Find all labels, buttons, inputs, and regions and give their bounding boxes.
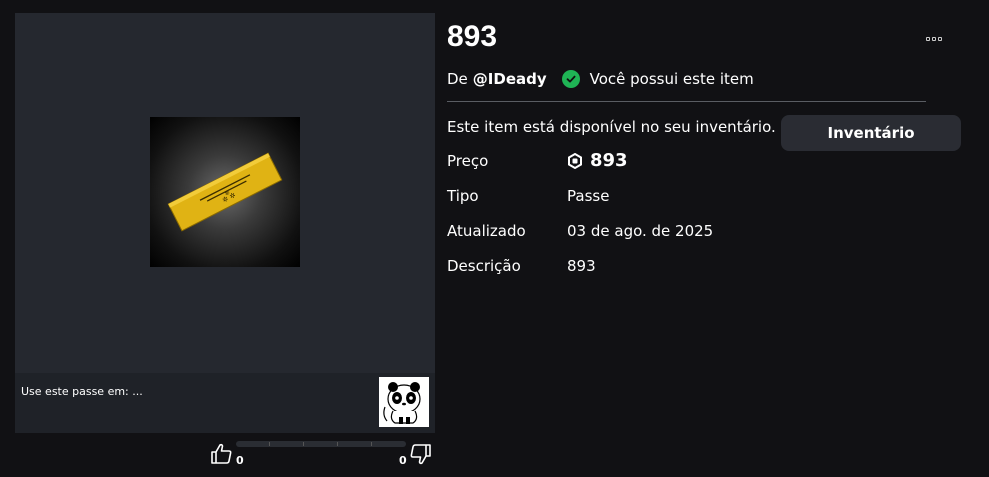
by-prefix: De xyxy=(447,70,468,88)
use-in-experience-bar: Use este passe em: ... xyxy=(15,373,435,433)
vote-ratio-bar xyxy=(236,441,406,447)
use-in-label: Use este passe em: ... xyxy=(21,385,143,398)
item-image-panel: ✲ ✲ ✲ Use este passe em: ... xyxy=(15,13,435,433)
availability-text: Este item está disponível no seu inventá… xyxy=(447,118,776,136)
item-title: 893 xyxy=(447,20,498,53)
inventory-button[interactable]: Inventário xyxy=(781,115,961,151)
more-options-icon[interactable] xyxy=(922,32,946,46)
description-label: Descrição xyxy=(447,257,521,275)
creator-line: De @IDeady Você possui este item xyxy=(447,70,754,88)
check-circle-icon xyxy=(561,70,580,88)
pass-ticket-icon: ✲ ✲ ✲ xyxy=(167,152,283,232)
updated-label: Atualizado xyxy=(447,222,526,240)
vote-area: 0 0 xyxy=(210,440,435,470)
downvote-count: 0 xyxy=(399,454,407,467)
updated-value: 03 de ago. de 2025 xyxy=(567,222,714,240)
price-label: Preço xyxy=(447,152,489,170)
description-value: 893 xyxy=(567,257,596,275)
thumbs-up-icon[interactable] xyxy=(210,442,234,466)
divider xyxy=(447,101,926,102)
thumbs-down-icon[interactable] xyxy=(408,442,432,466)
price-value: 893 xyxy=(567,150,628,171)
price-amount: 893 xyxy=(590,150,628,171)
creator-link[interactable]: @IDeady xyxy=(473,70,547,88)
upvote-count: 0 xyxy=(236,454,244,467)
type-label: Tipo xyxy=(447,187,479,205)
experience-thumbnail[interactable] xyxy=(379,377,429,427)
type-value: Passe xyxy=(567,187,610,205)
item-thumbnail: ✲ ✲ ✲ xyxy=(150,117,300,267)
panda-avatar-icon xyxy=(379,377,429,427)
owned-status: Você possui este item xyxy=(589,70,754,88)
robux-icon xyxy=(568,152,582,169)
